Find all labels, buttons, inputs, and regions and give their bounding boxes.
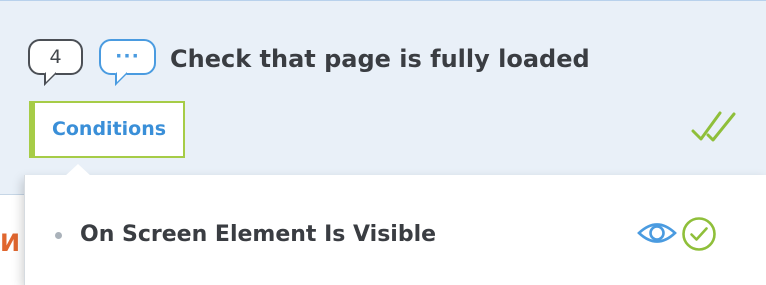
check-circle-icon[interactable] xyxy=(681,216,717,252)
step-title: Check that page is fully loaded xyxy=(170,45,590,73)
double-check-icon xyxy=(691,111,736,142)
eye-icon[interactable] xyxy=(636,218,678,248)
conditions-tab[interactable]: Conditions xyxy=(29,101,185,158)
comment-icon[interactable]: ··· xyxy=(99,39,156,75)
background-fragment: И xyxy=(0,229,21,257)
step-number-badge: 4 xyxy=(28,39,83,75)
condition-item-label[interactable]: On Screen Element Is Visible xyxy=(80,217,436,253)
popup-arrow xyxy=(65,164,91,176)
test-step-card[interactable]: 4 ··· Check that page is fully loaded Co… xyxy=(0,0,766,195)
list-bullet xyxy=(55,232,62,239)
conditions-popup: On Screen Element Is Visible xyxy=(24,164,766,285)
